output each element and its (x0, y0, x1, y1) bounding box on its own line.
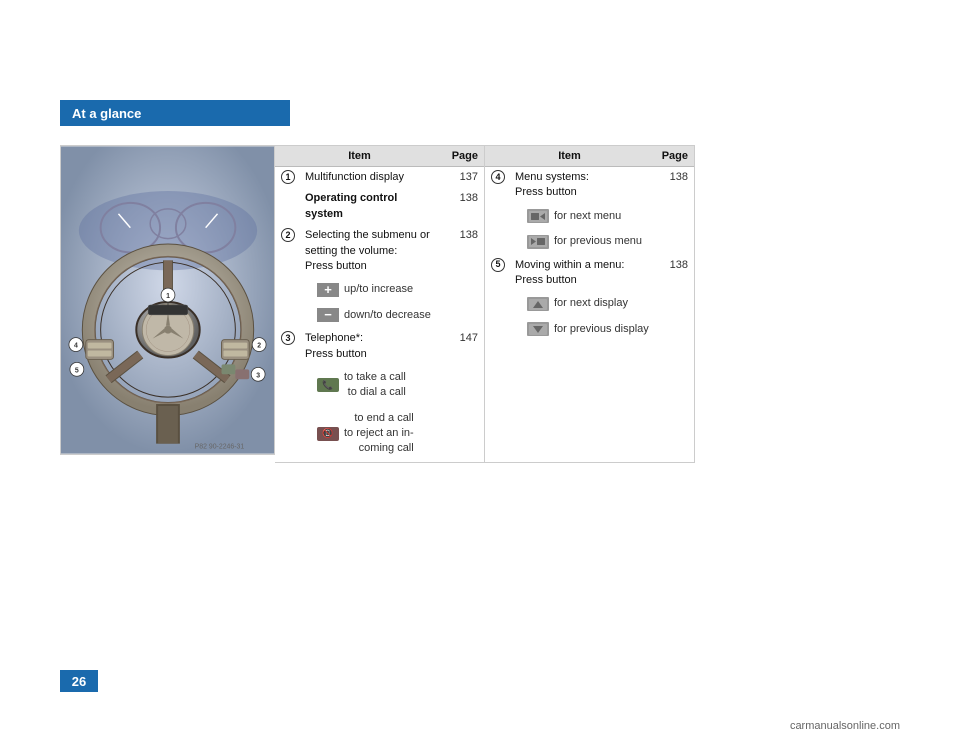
svg-text:1: 1 (166, 293, 170, 300)
item-page-138d: 138 (654, 255, 694, 292)
icon-label-next-display: for next display (554, 296, 628, 311)
right-table-page-header: Page (654, 146, 694, 167)
svg-text:3: 3 (256, 372, 260, 379)
section-header: At a glance (60, 100, 290, 126)
item-number-3: 3 (281, 331, 295, 345)
icon-label-up: up/to increase (344, 282, 413, 297)
left-table-item-header: Item (275, 146, 444, 167)
phone-red-icon: 📵 (317, 427, 339, 441)
item-number-5: 5 (491, 258, 505, 272)
item-label-menu-systems: Menu systems:Press button (509, 167, 654, 204)
item-page-138c: 138 (654, 167, 694, 204)
table-row: 2 Selecting the submenu or setting the v… (275, 225, 484, 277)
icon-row-next-display: for next display (485, 291, 694, 316)
table-row: Operating control system 138 (275, 188, 484, 225)
watermark: carmanualsonline.com (790, 720, 900, 732)
icon-row-call: 📞 to take a callto dial a call (275, 365, 484, 406)
icon-label-end-call: to end a callto reject an in-coming call (344, 411, 414, 457)
page-number-box: 26 (60, 670, 98, 692)
section-title: At a glance (72, 106, 141, 121)
table-row: 1 Multifunction display 137 (275, 167, 484, 189)
item-number-4: 4 (491, 170, 505, 184)
item-number-2: 2 (281, 228, 295, 242)
item-label-moving-menu: Moving within a menu:Press button (509, 255, 654, 292)
nav-up-icon (527, 297, 549, 311)
item-label-telephone: Telephone*:Press button (299, 328, 444, 365)
right-table-item-header: Item (485, 146, 654, 167)
plus-icon: + (317, 283, 339, 297)
svg-text:2: 2 (257, 343, 261, 350)
icon-row-next-menu: for next menu (485, 204, 694, 229)
item-label-multifunction: Multifunction display (299, 167, 444, 189)
left-table-page-header: Page (444, 146, 484, 167)
nav-down-icon (527, 322, 549, 336)
item-page-138a: 138 (444, 188, 484, 225)
item-page-138b: 138 (444, 225, 484, 277)
icon-label-prev-menu: for previous menu (554, 234, 642, 249)
phone-green-icon: 📞 (317, 378, 339, 392)
icon-label-next-menu: for next menu (554, 209, 621, 224)
right-table: Item Page 4 Menu systems:Press button 13… (485, 145, 695, 463)
icon-label-prev-display: for previous display (554, 322, 649, 337)
steering-wheel-image: 4 2 5 3 1 (60, 145, 275, 455)
icon-row-prev-menu: for previous menu (485, 229, 694, 254)
table-row: 4 Menu systems:Press button 138 (485, 167, 694, 204)
svg-text:5: 5 (75, 367, 79, 374)
icon-row-minus: − down/to decrease (275, 303, 484, 328)
item-label-select-submenu: Selecting the submenu or setting the vol… (299, 225, 444, 277)
svg-text:P82 90-2246-31: P82 90-2246-31 (195, 444, 245, 451)
icon-row-prev-display: for previous display (485, 317, 694, 342)
menu-fwd-icon (527, 209, 549, 223)
icon-row-plus: + up/to increase (275, 277, 484, 302)
table-row: 5 Moving within a menu:Press button 138 (485, 255, 694, 292)
icon-row-end-call: 📵 to end a callto reject an in-coming ca… (275, 406, 484, 462)
item-page-147: 147 (444, 328, 484, 365)
left-table: Item Page 1 Multifunction display 137 Op… (275, 145, 485, 463)
svg-text:4: 4 (74, 343, 78, 350)
main-content-area: 4 2 5 3 1 (60, 145, 900, 463)
minus-icon: − (317, 308, 339, 322)
icon-label-take-call: to take a callto dial a call (344, 370, 406, 401)
menu-back-icon (527, 235, 549, 249)
icon-label-down: down/to decrease (344, 308, 431, 323)
table-row: 3 Telephone*:Press button 147 (275, 328, 484, 365)
item-number-1: 1 (281, 170, 295, 184)
item-page-137: 137 (444, 167, 484, 189)
page-number: 26 (72, 674, 86, 689)
item-label-operating-control: Operating control system (299, 188, 444, 225)
